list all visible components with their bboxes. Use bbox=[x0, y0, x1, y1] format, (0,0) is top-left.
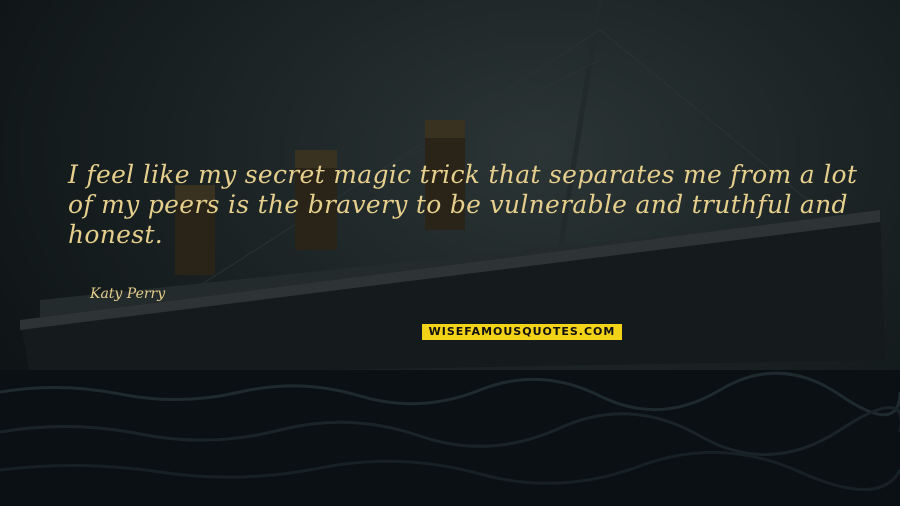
quote-image: I feel like my secret magic trick that s… bbox=[0, 0, 900, 506]
ship-background bbox=[0, 0, 900, 506]
watermark-badge: WISEFAMOUSQUOTES.COM bbox=[422, 324, 622, 340]
quote-author: Katy Perry bbox=[90, 286, 166, 302]
quote-text: I feel like my secret magic trick that s… bbox=[68, 160, 858, 249]
